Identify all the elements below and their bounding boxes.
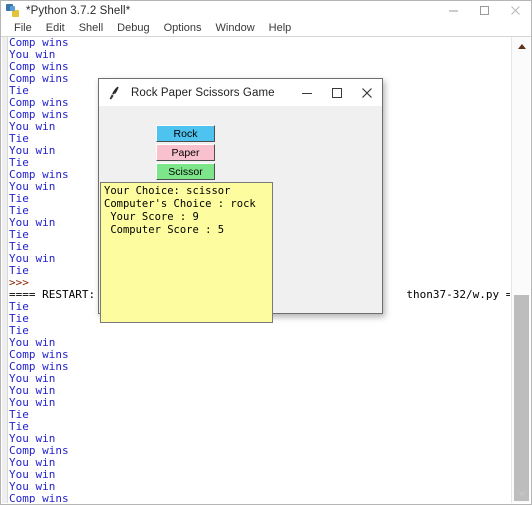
menu-item-shell[interactable]: Shell xyxy=(72,20,110,36)
menu-item-options[interactable]: Options xyxy=(157,20,209,36)
shell-line: Comp wins xyxy=(9,60,69,73)
game-output-line: Your Score : 9 xyxy=(104,211,199,223)
python-feather-icon xyxy=(109,86,119,99)
menu-item-file[interactable]: File xyxy=(7,20,39,36)
shell-line: Tie xyxy=(9,420,29,433)
game-output-line: Computer's Choice : rock xyxy=(104,198,256,210)
shell-vertical-scrollbar[interactable] xyxy=(511,37,530,503)
shell-line: You win xyxy=(9,456,56,469)
scissor-button[interactable]: Scissor xyxy=(156,163,215,180)
shell-line: Comp wins xyxy=(9,360,69,373)
paper-button[interactable]: Paper xyxy=(156,144,215,161)
shell-left-gutter xyxy=(2,37,8,503)
idle-window-controls xyxy=(438,1,531,20)
shell-line: Tie xyxy=(9,408,29,421)
shell-line: Comp wins xyxy=(9,444,69,457)
idle-title-bar[interactable]: *Python 3.7.2 Shell* xyxy=(1,1,531,20)
maximize-icon[interactable] xyxy=(322,79,352,106)
maximize-icon[interactable] xyxy=(469,1,500,20)
shell-line: You win xyxy=(9,372,56,385)
shell-line: Comp wins xyxy=(9,348,69,361)
idle-window-title: *Python 3.7.2 Shell* xyxy=(26,4,131,17)
scrollbar-thumb[interactable] xyxy=(514,295,529,501)
game-window-body: Rock Paper Scissor Your Choice: scissor C… xyxy=(99,106,382,323)
shell-line: Comp wins xyxy=(9,492,69,504)
menu-item-window[interactable]: Window xyxy=(209,20,262,36)
game-output-line: Your Choice: scissor xyxy=(104,185,231,197)
close-icon[interactable] xyxy=(500,1,531,20)
shell-line: Comp wins xyxy=(9,37,69,49)
shell-line: You win xyxy=(9,480,56,493)
shell-line: You win xyxy=(9,396,56,409)
game-window-title: Rock Paper Scissors Game xyxy=(131,86,275,99)
shell-line: Tie xyxy=(9,324,29,337)
scroll-down-arrow-icon[interactable] xyxy=(512,485,530,503)
game-window-controls xyxy=(292,79,382,106)
shell-line: You win xyxy=(9,384,56,397)
rock-button[interactable]: Rock xyxy=(156,125,215,142)
game-result-output: Your Choice: scissor Computer's Choice : … xyxy=(100,182,273,323)
shell-line: You win xyxy=(9,468,56,481)
shell-line: You win xyxy=(9,48,56,61)
scroll-up-arrow-icon[interactable] xyxy=(512,37,530,55)
minimize-icon[interactable] xyxy=(438,1,469,20)
shell-line: You win xyxy=(9,336,56,349)
menu-item-help[interactable]: Help xyxy=(262,20,299,36)
rock-paper-scissors-game-window: Rock Paper Scissors Game Rock Paper Scis… xyxy=(98,78,383,323)
menu-item-debug[interactable]: Debug xyxy=(110,20,156,36)
game-output-line: Computer Score : 5 xyxy=(104,224,225,236)
menu-item-edit[interactable]: Edit xyxy=(39,20,72,36)
idle-menu-bar: File Edit Shell Debug Options Window Hel… xyxy=(1,20,531,36)
minimize-icon[interactable] xyxy=(292,79,322,106)
shell-line: You win xyxy=(9,432,56,445)
close-icon[interactable] xyxy=(352,79,382,106)
game-title-bar[interactable]: Rock Paper Scissors Game xyxy=(99,79,382,106)
python-idle-icon xyxy=(6,3,20,18)
